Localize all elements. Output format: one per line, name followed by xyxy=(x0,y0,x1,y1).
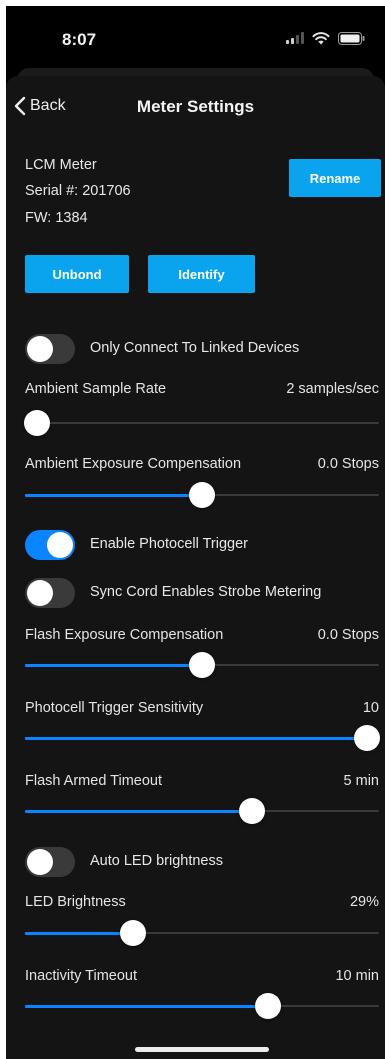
ambient-exposure-slider[interactable] xyxy=(25,481,379,509)
photocell-sensitivity-label: Photocell Trigger Sensitivity xyxy=(25,700,204,716)
slider-fill xyxy=(25,664,202,667)
status-bar: 8:07 xyxy=(6,6,385,68)
slider-fill xyxy=(25,737,367,740)
sync-cord-label: Sync Cord Enables Strobe Metering xyxy=(90,584,322,600)
flash-armed-timeout-label: Flash Armed Timeout xyxy=(25,773,162,789)
status-icons xyxy=(286,30,365,46)
settings-panel: Back Meter Settings LCM Meter Serial #: … xyxy=(6,76,385,1059)
status-time: 8:07 xyxy=(62,30,97,49)
device-firmware: FW: 1384 xyxy=(25,210,88,226)
toggle-knob xyxy=(47,532,73,558)
device-name: LCM Meter xyxy=(25,157,97,173)
only-connect-label: Only Connect To Linked Devices xyxy=(90,340,300,356)
toggle-knob xyxy=(27,580,53,606)
toggle-knob xyxy=(27,336,53,362)
flash-exposure-value: 0.0 Stops xyxy=(317,627,379,643)
wifi-icon xyxy=(312,32,330,45)
toggle-knob xyxy=(27,849,53,875)
slider-thumb[interactable] xyxy=(189,482,215,508)
slider-fill xyxy=(25,810,252,813)
only-connect-toggle[interactable] xyxy=(25,334,75,364)
battery-icon xyxy=(338,31,365,45)
phone-screen: 8:07 Back Meter Settings LCM Meter Seria… xyxy=(6,6,385,1059)
photocell-trigger-toggle[interactable] xyxy=(25,530,75,560)
ambient-exposure-value: 0.0 Stops xyxy=(317,456,379,472)
flash-exposure-slider[interactable] xyxy=(25,651,379,679)
home-indicator xyxy=(135,1047,269,1052)
ambient-sample-rate-label: Ambient Sample Rate xyxy=(25,381,167,397)
led-brightness-label: LED Brightness xyxy=(25,894,126,910)
flash-exposure-label: Flash Exposure Compensation xyxy=(25,627,224,643)
ambient-sample-rate-slider[interactable] xyxy=(24,409,379,437)
led-brightness-value: 29% xyxy=(349,894,379,910)
inactivity-timeout-value: 10 min xyxy=(335,968,379,984)
slider-fill xyxy=(25,932,133,935)
slider-thumb[interactable] xyxy=(238,798,265,824)
nav-bar: Back Meter Settings xyxy=(6,76,385,140)
page-title: Meter Settings xyxy=(136,97,255,116)
device-serial: Serial #: 201706 xyxy=(25,183,131,199)
unbond-button[interactable]: Unbond xyxy=(25,255,129,293)
flash-armed-timeout-value: 5 min xyxy=(343,773,379,789)
inactivity-timeout-slider[interactable] xyxy=(25,992,379,1020)
rename-button[interactable]: Rename xyxy=(289,159,381,197)
sync-cord-toggle[interactable] xyxy=(25,578,75,608)
slider-fill xyxy=(25,1005,268,1008)
slider-thumb[interactable] xyxy=(255,993,281,1019)
slider-track xyxy=(25,422,379,424)
slider-thumb[interactable] xyxy=(119,920,146,946)
led-brightness-slider[interactable] xyxy=(25,919,379,947)
identify-button[interactable]: Identify xyxy=(148,255,255,293)
auto-led-toggle[interactable] xyxy=(25,847,75,877)
photocell-trigger-label: Enable Photocell Trigger xyxy=(90,536,248,552)
flash-armed-timeout-slider[interactable] xyxy=(25,797,379,825)
ambient-exposure-label: Ambient Exposure Compensation xyxy=(25,456,242,472)
slider-fill xyxy=(25,494,202,497)
slider-thumb[interactable] xyxy=(189,652,215,678)
photocell-sensitivity-value: 10 xyxy=(362,700,379,716)
photocell-sensitivity-slider[interactable] xyxy=(25,724,380,752)
signal-icon xyxy=(286,32,304,44)
ambient-sample-rate-value: 2 samples/sec xyxy=(286,381,379,397)
slider-thumb[interactable] xyxy=(24,410,50,436)
slider-thumb[interactable] xyxy=(354,725,380,751)
inactivity-timeout-label: Inactivity Timeout xyxy=(25,968,138,984)
auto-led-label: Auto LED brightness xyxy=(90,853,223,869)
